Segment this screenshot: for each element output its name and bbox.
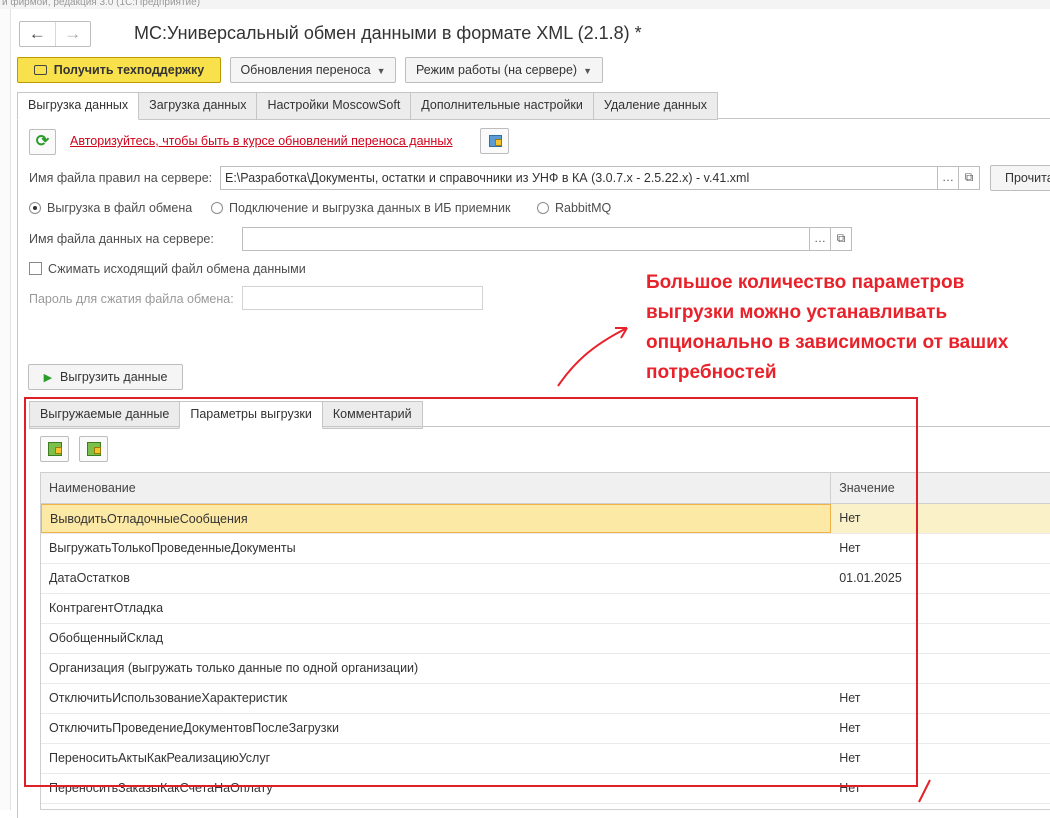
compress-checkbox[interactable]: Сжимать исходящий файл обмена данными xyxy=(29,262,306,276)
radio-selected-icon xyxy=(29,202,41,214)
refresh-icon: ⟳ xyxy=(35,133,50,150)
data-file-label: Имя файла данных на сервере: xyxy=(29,232,214,246)
annotation-stroke xyxy=(918,779,931,803)
auth-link[interactable]: Авторизуйтесь, чтобы быть в курсе обновл… xyxy=(70,134,453,148)
window-topbar: и фирмой, редакция 3.0 (1С:Предприятие) xyxy=(0,0,1050,9)
play-icon: ▶ xyxy=(43,372,53,384)
rules-file-input[interactable]: E:\Разработка\Документы, остатки и справ… xyxy=(220,166,938,190)
get-support-button[interactable]: Получить техподдержку xyxy=(17,57,221,83)
rules-file-browse-button[interactable]: … xyxy=(937,166,959,190)
tab-additional-settings[interactable]: Дополнительные настройки xyxy=(410,92,594,120)
transfer-updates-label: Обновления переноса xyxy=(240,63,371,77)
chat-icon xyxy=(33,65,47,75)
nav-buttons: ← → xyxy=(19,21,91,47)
get-support-label: Получить техподдержку xyxy=(53,63,205,77)
data-file-browse-button[interactable]: … xyxy=(809,227,831,251)
tab-export-data[interactable]: Выгрузка данных xyxy=(17,92,140,120)
export-data-button[interactable]: ▶ Выгрузить данные xyxy=(28,364,183,390)
password-label: Пароль для сжатия файла обмена: xyxy=(29,292,234,306)
data-file-open-icon[interactable]: ⧉ xyxy=(830,227,852,251)
work-mode-dropdown[interactable]: Режим работы (на сервере) ▼ xyxy=(405,57,603,83)
rules-file-label: Имя файла правил на сервере: xyxy=(29,171,213,185)
left-panel-strip xyxy=(0,9,11,810)
read-button[interactable]: Прочитать xyxy=(990,165,1050,191)
checkbox-icon xyxy=(29,262,42,275)
annotation-arrow xyxy=(557,327,628,387)
password-input[interactable] xyxy=(242,286,483,310)
tab-moscowsoft-settings[interactable]: Настройки MoscowSoft xyxy=(256,92,412,120)
exchange-button[interactable] xyxy=(480,128,509,154)
rules-file-open-icon[interactable]: ⧉ xyxy=(958,166,980,190)
radio-connect-export[interactable]: Подключение и выгрузка данных в ИБ прием… xyxy=(211,201,510,215)
radio-icon xyxy=(537,202,549,214)
tab-import-data[interactable]: Загрузка данных xyxy=(138,92,258,120)
radio-export-file[interactable]: Выгрузка в файл обмена xyxy=(29,201,192,215)
radio-icon xyxy=(211,202,223,214)
transfer-updates-dropdown[interactable]: Обновления переноса ▼ xyxy=(230,57,396,83)
back-arrow-icon[interactable]: ← xyxy=(20,22,55,46)
refresh-button[interactable]: ⟳ xyxy=(29,129,56,155)
main-tabs: Выгрузка данных Загрузка данных Настройк… xyxy=(17,92,718,120)
chevron-down-icon: ▼ xyxy=(376,66,386,76)
chevron-down-icon: ▼ xyxy=(583,66,593,76)
tab-delete-data[interactable]: Удаление данных xyxy=(592,92,718,120)
annotation-text: Большое количество параметров выгрузки м… xyxy=(646,272,1009,383)
forward-arrow-icon[interactable]: → xyxy=(54,22,91,46)
work-mode-label: Режим работы (на сервере) xyxy=(415,63,578,77)
radio-rabbitmq[interactable]: RabbitMQ xyxy=(537,201,611,215)
window-title: МС:Универсальный обмен данными в формате… xyxy=(134,23,642,43)
highlight-frame xyxy=(24,397,918,787)
data-file-input[interactable] xyxy=(242,227,810,251)
